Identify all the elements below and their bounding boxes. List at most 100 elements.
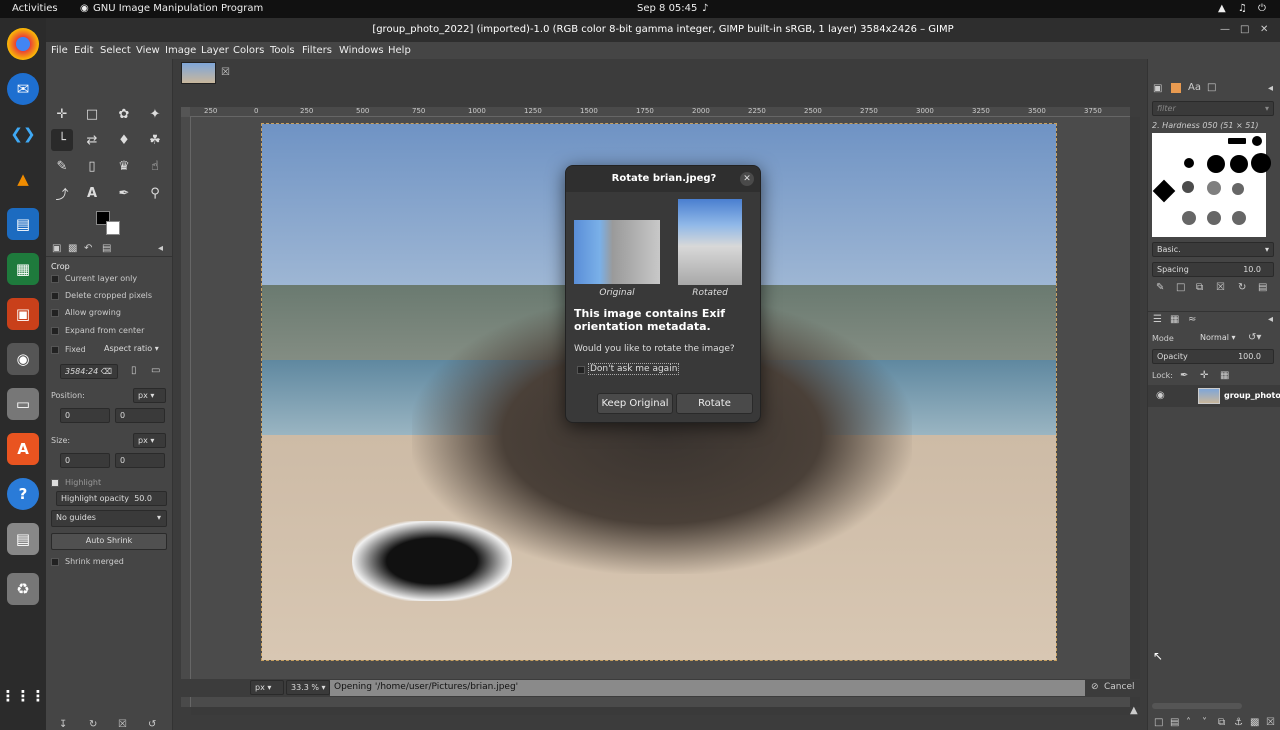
text-tool-icon[interactable]: A (81, 182, 103, 204)
brush-item[interactable] (1251, 153, 1271, 173)
shrink-merged-option[interactable]: Shrink merged (51, 557, 124, 566)
thunderbird-icon[interactable]: ✉ (7, 73, 39, 105)
layers-tab-icon[interactable]: ☰ (1153, 314, 1162, 325)
auto-shrink-button[interactable]: Auto Shrink (51, 533, 167, 550)
configure-layers-icon[interactable]: ◂ (1268, 314, 1273, 325)
eraser-icon[interactable]: ▯ (81, 155, 103, 177)
crop-tool-icon[interactable]: └ (51, 129, 73, 151)
close-tab-icon[interactable]: ☒ (221, 67, 230, 78)
size-w-input[interactable]: 0 (60, 453, 110, 468)
images-tab-icon[interactable]: ▤ (102, 243, 111, 254)
brush-item[interactable] (1230, 155, 1248, 173)
portrait-icon[interactable]: ▯ (131, 365, 137, 376)
aspect-ratio-dropdown[interactable]: Aspect ratio ▾ (100, 342, 166, 357)
lower-layer-icon[interactable]: ˅ (1202, 717, 1207, 728)
horizontal-scrollbar[interactable] (191, 707, 1130, 715)
expand-center-option[interactable]: Expand from center (51, 326, 144, 335)
lasso-icon[interactable]: ✿ (113, 103, 135, 125)
network-icon[interactable]: ▲ (1218, 3, 1226, 14)
menu-layer[interactable]: Layer (201, 45, 229, 56)
chrome-icon[interactable] (7, 28, 39, 60)
expand-center-checkbox[interactable] (51, 326, 59, 335)
lock-position-icon[interactable]: ✛ (1200, 370, 1208, 381)
disk-icon[interactable]: ▤ (7, 523, 39, 555)
edit-brush-icon[interactable]: ✎ (1156, 282, 1164, 293)
smudge-icon[interactable]: ☝ (144, 155, 166, 177)
quick-mask-icon[interactable] (181, 107, 190, 117)
app-menu[interactable]: GNU Image Manipulation Program (93, 3, 263, 14)
layer-mode-reset-icon[interactable]: ↺▾ (1248, 332, 1261, 343)
allow-growing-checkbox[interactable] (51, 308, 59, 317)
channels-tab-icon[interactable]: ▦ (1170, 314, 1179, 325)
current-layer-only-checkbox[interactable] (51, 274, 59, 283)
delete-options-icon[interactable]: ☒ (118, 719, 127, 730)
position-y-input[interactable]: 0 (115, 408, 165, 423)
layer-row[interactable]: ◉ group_photo_ (1148, 385, 1280, 407)
clone-icon[interactable]: ♛ (113, 155, 135, 177)
help-icon[interactable]: ? (7, 478, 39, 510)
menu-file[interactable]: File (51, 45, 68, 56)
brush-item[interactable] (1232, 211, 1246, 225)
spacing-slider[interactable]: Spacing 10.0 (1152, 262, 1274, 277)
brush-item[interactable] (1182, 211, 1196, 225)
brush-item[interactable] (1228, 138, 1246, 144)
menu-tools[interactable]: Tools (270, 45, 295, 56)
bucket-fill-icon[interactable]: ☘ (144, 129, 166, 151)
current-layer-only-option[interactable]: Current layer only (51, 274, 137, 283)
size-h-input[interactable]: 0 (115, 453, 165, 468)
undo-history-tab-icon[interactable]: ↶ (84, 243, 92, 254)
save-options-icon[interactable]: ↧ (59, 719, 67, 730)
keep-original-button[interactable]: Keep Original (597, 393, 673, 414)
restore-options-icon[interactable]: ↻ (89, 719, 97, 730)
anchor-layer-icon[interactable]: ⚓ (1234, 717, 1243, 728)
new-brush-icon[interactable]: □ (1176, 282, 1185, 293)
dialog-close-icon[interactable]: ✕ (740, 172, 754, 186)
configure-tab-icon[interactable]: ◂ (158, 243, 163, 254)
brush-item[interactable] (1182, 181, 1194, 193)
guides-dropdown[interactable]: No guides ▾ (51, 510, 167, 527)
cancel-button[interactable]: Cancel (1104, 682, 1135, 692)
raise-layer-icon[interactable]: ˄ (1186, 717, 1191, 728)
tool-options-tab-icon[interactable]: ▣ (52, 243, 61, 254)
layer-opacity-slider[interactable]: Opacity 100.0 (1152, 349, 1274, 364)
vlc-icon[interactable]: ▲ (7, 163, 39, 195)
zoom-icon[interactable]: ⚲ (144, 182, 166, 204)
brush-item[interactable] (1207, 181, 1221, 195)
lock-alpha-icon[interactable]: ▦ (1220, 370, 1229, 381)
dont-ask-label[interactable]: Don't ask me again (588, 363, 680, 375)
background-color-swatch[interactable] (106, 221, 120, 235)
allow-growing-option[interactable]: Allow growing (51, 308, 121, 317)
bell-icon[interactable]: ♪ (702, 3, 708, 14)
highlight-opacity-slider[interactable]: Highlight opacity 50.0 (56, 491, 167, 506)
menu-windows[interactable]: Windows (339, 45, 384, 56)
show-apps-icon[interactable]: ⋮⋮⋮ (1, 680, 46, 712)
size-unit-dropdown[interactable]: px ▾ (133, 433, 166, 448)
activities-button[interactable]: Activities (12, 3, 58, 14)
calc-icon[interactable]: ▦ (7, 253, 39, 285)
paths-icon[interactable]: ⤴ (51, 182, 73, 204)
vscode-icon[interactable]: ❮❯ (7, 118, 39, 150)
brushes-tab-icon[interactable]: ▣ (1153, 83, 1162, 94)
navigate-icon[interactable]: ▲ (1130, 705, 1138, 716)
cancel-icon[interactable]: ⊘ (1091, 682, 1099, 692)
device-status-tab-icon[interactable]: ▩ (68, 243, 77, 254)
brush-item[interactable] (1252, 136, 1262, 146)
layer-mode-dropdown[interactable]: Normal ▾ (1196, 331, 1244, 346)
zoom-dropdown[interactable]: 33.3 % ▾ (286, 680, 330, 695)
clock[interactable]: Sep 8 05:45 (637, 3, 697, 14)
image-tab-thumbnail[interactable] (181, 62, 216, 84)
files-icon[interactable]: ▭ (7, 388, 39, 420)
power-icon[interactable]: ⏻ (1258, 3, 1266, 14)
patterns-tab-icon[interactable] (1171, 83, 1181, 93)
brush-item[interactable] (1152, 179, 1176, 203)
unified-transform-icon[interactable]: ⇄ (81, 129, 103, 151)
layers-scrollbar[interactable] (1152, 703, 1242, 709)
gimp-dock-icon[interactable]: ◉ (7, 343, 39, 375)
brush-filter-input[interactable]: filter ▾ (1152, 101, 1274, 116)
brush-grid[interactable] (1152, 133, 1271, 237)
delete-cropped-option[interactable]: Delete cropped pixels (51, 291, 152, 300)
fonts-tab-icon[interactable]: Aa (1188, 82, 1201, 93)
brush-set-dropdown[interactable]: Basic. ▾ (1152, 242, 1274, 257)
menu-help[interactable]: Help (388, 45, 411, 56)
dont-ask-checkbox[interactable] (577, 366, 585, 374)
